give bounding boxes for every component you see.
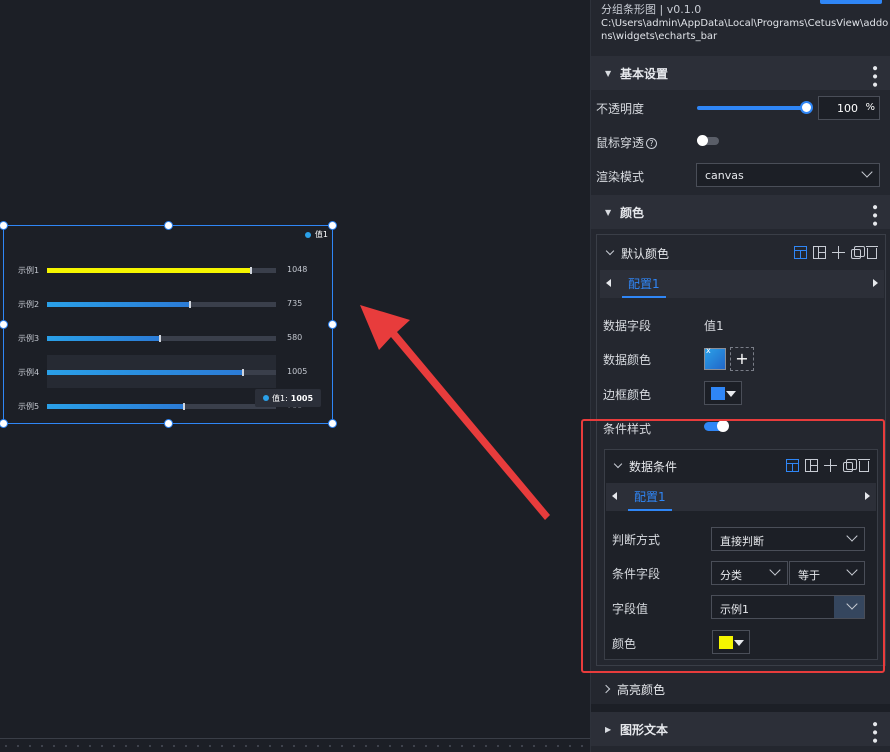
section-title: 颜色 (620, 205, 645, 220)
data-color-swatch[interactable]: x (704, 346, 726, 370)
more-icon[interactable]: ••• (866, 64, 882, 89)
resize-handle[interactable] (164, 419, 173, 428)
add-color-button[interactable]: + (730, 347, 754, 371)
resize-handle[interactable] (0, 221, 8, 230)
red-arrow-annotation (360, 305, 550, 520)
default-color-header[interactable]: 默认颜色 (597, 237, 885, 269)
bar-track (47, 369, 276, 376)
legend-dot-icon (304, 231, 311, 238)
widget-title: 分组条形图 | v0.1.0 (601, 3, 702, 16)
render-mode-label: 渲染模式 (596, 170, 645, 184)
section-title: 图形文本 (620, 722, 669, 737)
plus-icon[interactable] (832, 246, 845, 259)
bar-row[interactable]: 示例3 580 (4, 332, 334, 346)
resize-handle[interactable] (164, 221, 173, 230)
trash-icon[interactable] (866, 246, 878, 259)
data-field-value: 值1 (704, 319, 724, 333)
section-basic-settings[interactable]: ▼ 基本设置 ••• (591, 56, 890, 90)
bar-row[interactable]: 示例2 735 (4, 298, 334, 312)
bar-track (47, 267, 276, 274)
bar-fill[interactable] (47, 336, 160, 341)
widget-path: C:\Users\admin\AppData\Local\Programs\Ce… (601, 18, 889, 42)
chart-legend[interactable]: 值1 (304, 229, 328, 240)
help-icon[interactable]: ? (646, 138, 658, 149)
canvas-ruler (0, 738, 590, 752)
opacity-slider-knob[interactable] (800, 101, 813, 114)
resize-handle[interactable] (0, 419, 8, 428)
bar-row[interactable]: 示例1 1048 (4, 264, 334, 278)
data-field-label: 数据字段 (603, 319, 652, 333)
border-color-square (711, 387, 725, 400)
bar-track (47, 403, 276, 410)
bar-track (47, 301, 276, 308)
resize-handle[interactable] (328, 419, 337, 428)
section-title: 基本设置 (620, 66, 669, 81)
tooltip-value: 1005 (290, 393, 314, 403)
value-label: 1005 (287, 367, 308, 376)
bar-cap (183, 403, 185, 410)
copy-icon[interactable] (851, 246, 865, 259)
red-highlight-box (581, 419, 885, 673)
border-color-label: 边框颜色 (603, 388, 652, 402)
value-label: 580 (287, 333, 303, 342)
legend-label: 值1 (314, 230, 328, 239)
category-label: 示例3 (18, 334, 40, 343)
tab-prev-icon[interactable] (606, 279, 611, 287)
mouse-passthrough-toggle[interactable] (697, 135, 719, 146)
data-color-label: 数据颜色 (603, 353, 652, 367)
chevron-down-icon (605, 246, 615, 256)
category-label: 示例2 (18, 300, 40, 309)
bar-cap (250, 267, 252, 274)
bar-track (47, 335, 276, 342)
caret-right-icon: ▶ (605, 724, 612, 734)
opacity-value: 100 (837, 102, 858, 115)
divider (591, 704, 890, 712)
bar-fill[interactable] (47, 404, 184, 409)
remove-icon[interactable]: x (706, 346, 711, 355)
render-mode-select[interactable]: canvas (696, 163, 880, 187)
config-tabbar: 配置1 (600, 270, 884, 298)
editor-canvas[interactable]: 值1 示例11048示例2735示例3580示例41005示例5700 值1: … (0, 0, 590, 752)
opacity-label: 不透明度 (596, 102, 645, 116)
category-label: 示例4 (18, 368, 40, 377)
tooltip-dot-icon (263, 395, 269, 401)
bar-row[interactable]: 示例4 1005 (4, 366, 334, 380)
layout-icon[interactable] (813, 246, 826, 259)
top-action-button[interactable] (820, 0, 882, 4)
bar-chart-widget[interactable]: 值1 示例11048示例2735示例3580示例41005示例5700 值1: … (0, 221, 337, 428)
bar-fill[interactable] (47, 302, 190, 307)
bar-cap (242, 369, 244, 376)
resize-handle[interactable] (328, 320, 337, 329)
caret-down-icon: ▼ (605, 207, 612, 217)
bar-fill[interactable] (47, 268, 251, 273)
chevron-right-icon (601, 684, 611, 694)
tooltip-label: 值1: (272, 393, 288, 403)
border-color-picker[interactable] (704, 381, 742, 405)
highlight-color-header[interactable]: 高亮颜色 (591, 674, 890, 704)
section-color[interactable]: ▼ 颜色 ••• (591, 195, 890, 229)
resize-handle[interactable] (328, 221, 337, 230)
bar-cap (159, 335, 161, 342)
value-label: 1048 (287, 265, 308, 274)
value-label: 735 (287, 299, 303, 308)
caret-down-icon (726, 391, 736, 397)
category-label: 示例5 (18, 402, 40, 411)
caret-down-icon: ▼ (605, 68, 612, 78)
bar-fill[interactable] (47, 370, 243, 375)
opacity-input[interactable]: 100 % (818, 96, 880, 120)
bar-cap (189, 301, 191, 308)
section-graphic-text[interactable]: ▶ 图形文本 ••• (591, 712, 890, 746)
chart-tooltip: 值1: 1005 (255, 389, 322, 407)
tab-next-icon[interactable] (873, 279, 878, 287)
mouse-passthrough-label: 鼠标穿透? (596, 134, 658, 151)
table-icon[interactable] (794, 246, 807, 259)
resize-handle[interactable] (0, 320, 8, 329)
tab-config1[interactable]: 配置1 (622, 270, 666, 298)
more-icon[interactable]: ••• (866, 203, 882, 228)
category-label: 示例1 (18, 266, 40, 275)
chevron-down-icon (861, 166, 873, 178)
opacity-unit: % (865, 102, 875, 113)
opacity-slider[interactable] (697, 106, 807, 110)
more-icon[interactable]: ••• (866, 720, 882, 745)
